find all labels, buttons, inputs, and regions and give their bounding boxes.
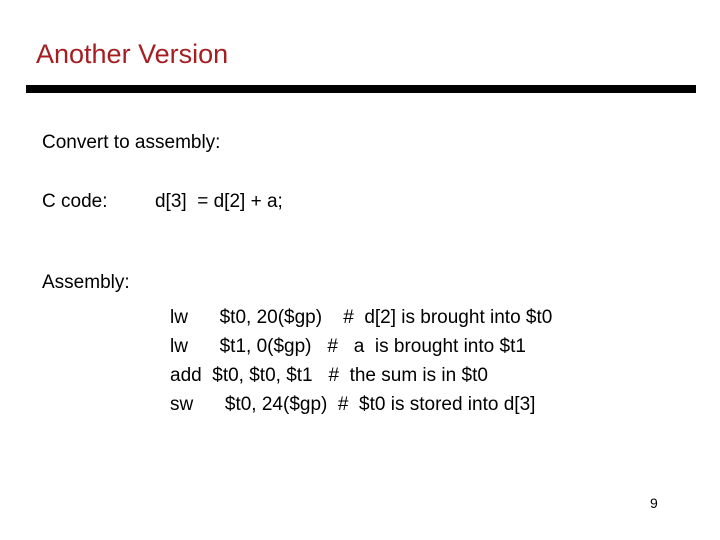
assembly-label: Assembly: — [42, 272, 130, 293]
instruction-prompt: Convert to assembly: — [42, 132, 221, 153]
page-number: 9 — [650, 495, 658, 511]
page-title: Another Version — [36, 39, 229, 69]
slide-canvas: Another Version Convert to assembly: C c… — [0, 0, 720, 540]
c-code-line: C code: d[3] = d[2] + a; — [42, 191, 283, 212]
title-divider — [26, 85, 696, 93]
assembly-code-block: lw $t0, 20($gp) # d[2] is brought into $… — [170, 307, 553, 415]
